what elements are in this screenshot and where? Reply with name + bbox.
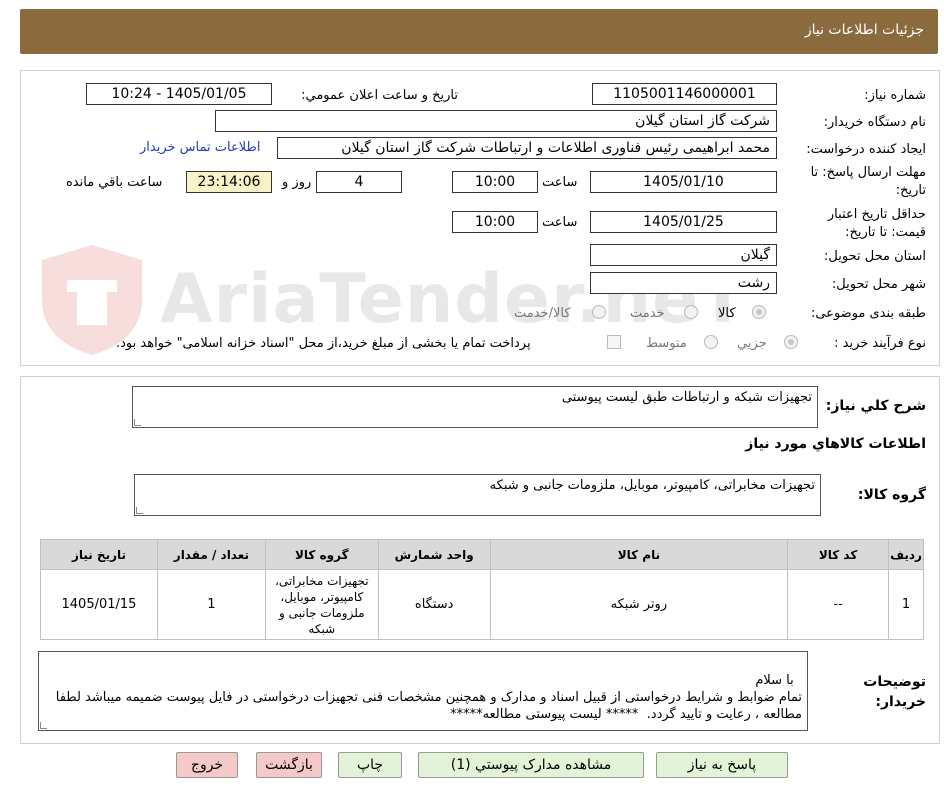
cell-code: -- xyxy=(787,569,890,640)
remaining-label: ساعت باقي مانده xyxy=(66,175,163,190)
buyer-notes-label: توضيحات خريدار: xyxy=(863,674,926,710)
resize-grip-icon[interactable] xyxy=(40,722,47,729)
resize-grip-icon[interactable] xyxy=(134,419,141,426)
process-option-medium: متوسط xyxy=(646,336,687,351)
treasury-checkbox[interactable] xyxy=(607,335,621,349)
buyer-notes-text: با سلام تمام ضوابط و شرايط درخواستی از ق… xyxy=(55,673,802,722)
general-desc-text: تجهیزات شبکه و ارتباطات طبق لیست پیوستی xyxy=(561,390,812,405)
days-label: روز و xyxy=(282,175,312,190)
province-field: گیلان xyxy=(590,244,777,266)
announce-field: 1405/01/05 - 10:24 xyxy=(86,83,272,105)
reply-button[interactable]: پاسخ به نياز xyxy=(656,752,788,778)
back-button[interactable]: بازگشت xyxy=(256,752,322,778)
table-header-row: رديف کد کالا نام کالا واحد شمارش گروه کا… xyxy=(40,539,924,570)
col-date: تاريخ نياز xyxy=(40,539,158,570)
col-row: رديف xyxy=(888,539,924,570)
deadline-time-field: 10:00 xyxy=(452,171,538,193)
treasury-note: پرداخت تمام يا بخشی از مبلغ خريد،از محل … xyxy=(116,336,531,351)
deadline-label: مهلت ارسال پاسخ: تا تاریخ: xyxy=(810,165,926,198)
category-option-goods: کالا xyxy=(718,306,736,321)
requester-label: ايجاد کننده درخواست: xyxy=(806,142,926,157)
category-radio-goods-service[interactable] xyxy=(592,305,606,319)
city-field: رشت xyxy=(590,272,777,294)
process-radio-medium[interactable] xyxy=(704,335,718,349)
deadline-time-label: ساعت xyxy=(542,175,578,190)
page-title: جزئیات اطلاعات نیاز xyxy=(804,22,924,38)
col-name: نام کالا xyxy=(489,539,789,570)
process-option-minor: جزيي xyxy=(737,336,767,351)
cell-qty: 1 xyxy=(156,569,266,640)
goods-group-text: تجهیزات مخابراتی، کامپیوتر، موبایل، ملزو… xyxy=(489,478,815,493)
category-option-goods-service: کالا/خدمت xyxy=(514,306,571,321)
cell-row: 1 xyxy=(888,569,924,640)
col-qty: تعداد / مقدار xyxy=(156,539,266,570)
validity-time-label: ساعت xyxy=(542,215,578,230)
cell-date: 1405/01/15 xyxy=(40,569,158,640)
print-button[interactable]: چاپ xyxy=(338,752,402,778)
cell-name: روتر شبکه xyxy=(489,569,789,640)
remaining-time-field: 23:14:06 xyxy=(186,171,272,193)
goods-table: رديف کد کالا نام کالا واحد شمارش گروه کا… xyxy=(40,539,924,640)
validity-date-field: 1405/01/25 xyxy=(590,211,777,233)
table-row: 1 -- روتر شبکه دستگاه تجهیزات مخابراتی، … xyxy=(40,569,924,640)
general-desc-label: شرح کلي نياز: xyxy=(825,398,926,414)
need-number-field: 1105001146000001 xyxy=(592,83,777,105)
need-number-label: شماره نیاز: xyxy=(864,88,926,103)
requester-field: محمد ابراهیمی رئیس فناوری اطلاعات و ارتب… xyxy=(277,137,777,159)
attachments-button[interactable]: مشاهده مدارک پيوستي (1) xyxy=(418,752,644,778)
goods-info-title: اطلاعات کالاهاي مورد نياز xyxy=(745,436,926,452)
city-label: شهر محل تحويل: xyxy=(831,277,926,292)
buyer-contact-link[interactable]: اطلاعات تماس خریدار xyxy=(140,140,260,155)
category-radio-service[interactable] xyxy=(684,305,698,319)
category-label: طبقه بندی موضوعی: xyxy=(810,306,926,321)
buyer-org-label: نام دستگاه خريدار: xyxy=(823,115,926,130)
category-radio-goods[interactable] xyxy=(752,305,766,319)
page-header: جزئیات اطلاعات نیاز xyxy=(20,9,938,54)
general-desc-field: تجهیزات شبکه و ارتباطات طبق لیست پیوستی xyxy=(132,386,818,428)
deadline-date-field: 1405/01/10 xyxy=(590,171,777,193)
days-field: 4 xyxy=(316,171,402,193)
goods-group-field: تجهیزات مخابراتی، کامپیوتر، موبایل، ملزو… xyxy=(134,474,821,516)
buyer-notes-field: با سلام تمام ضوابط و شرايط درخواستی از ق… xyxy=(38,651,808,731)
cell-group: تجهیزات مخابراتی، کامپیوتر، موبایل، ملزو… xyxy=(264,569,379,640)
col-unit: واحد شمارش xyxy=(377,539,491,570)
validity-time-field: 10:00 xyxy=(452,211,538,233)
process-label: نوع فرآيند خريد : xyxy=(834,336,926,351)
exit-button[interactable]: خروج xyxy=(176,752,238,778)
province-label: استان محل تحويل: xyxy=(824,249,926,264)
cell-unit: دستگاه xyxy=(377,569,491,640)
category-option-service: خدمت xyxy=(630,306,665,321)
col-group: گروه کالا xyxy=(264,539,379,570)
validity-label: حداقل تاريخ اعتبار قيمت: تا تاريخ: xyxy=(827,207,926,240)
process-radio-minor[interactable] xyxy=(784,335,798,349)
resize-grip-icon[interactable] xyxy=(136,507,143,514)
buyer-org-field: شرکت گاز استان گیلان xyxy=(215,110,777,132)
announce-label: تاریخ و ساعت اعلان عمومي: xyxy=(301,88,458,103)
col-code: کد کالا xyxy=(787,539,890,570)
goods-group-label: گروه کالا: xyxy=(857,487,926,503)
